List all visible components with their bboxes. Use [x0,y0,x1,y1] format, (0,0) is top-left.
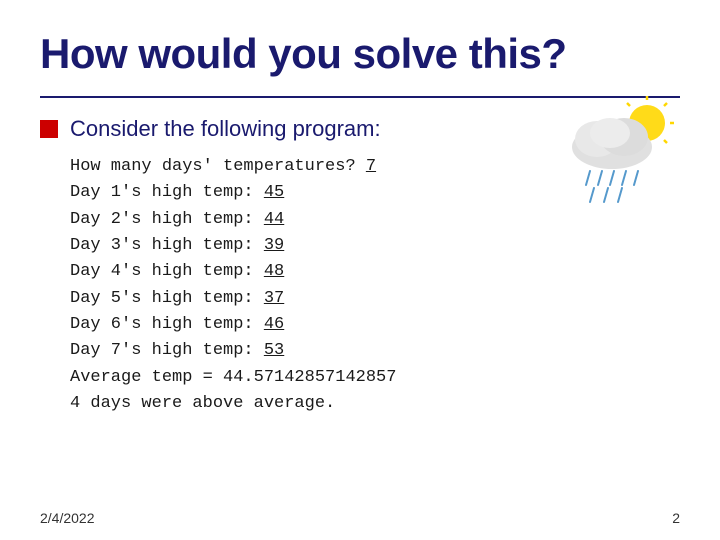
code-value-3: 39 [264,236,284,255]
footer-page: 2 [672,510,680,526]
code-value-5: 37 [264,289,284,308]
code-line-9: 4 days were above average. [70,391,680,417]
weather-illustration [552,95,682,205]
code-line-5: Day 5's high temp: 37 [70,286,680,312]
code-value-1: 45 [264,183,284,202]
bullet-square [40,120,58,138]
code-line-3: Day 3's high temp: 39 [70,233,680,259]
code-line-2: Day 2's high temp: 44 [70,207,680,233]
code-line-4: Day 4's high temp: 48 [70,259,680,285]
footer-date: 2/4/2022 [40,510,95,526]
slide: How would you solve this? Consider the f… [0,0,720,540]
code-line-8: Average temp = 44.571428571428​57 [70,365,680,391]
code-line-6: Day 6's high temp: 46 [70,312,680,338]
slide-title: How would you solve this? [40,30,680,78]
code-value-days: 7 [366,157,376,176]
code-value-2: 44 [264,210,284,229]
bullet-text: Consider the following program: [70,116,381,142]
code-value-4: 48 [264,262,284,281]
code-value-7: 53 [264,341,284,360]
footer: 2/4/2022 2 [40,510,680,526]
code-value-6: 46 [264,315,284,334]
code-line-7: Day 7's high temp: 53 [70,338,680,364]
